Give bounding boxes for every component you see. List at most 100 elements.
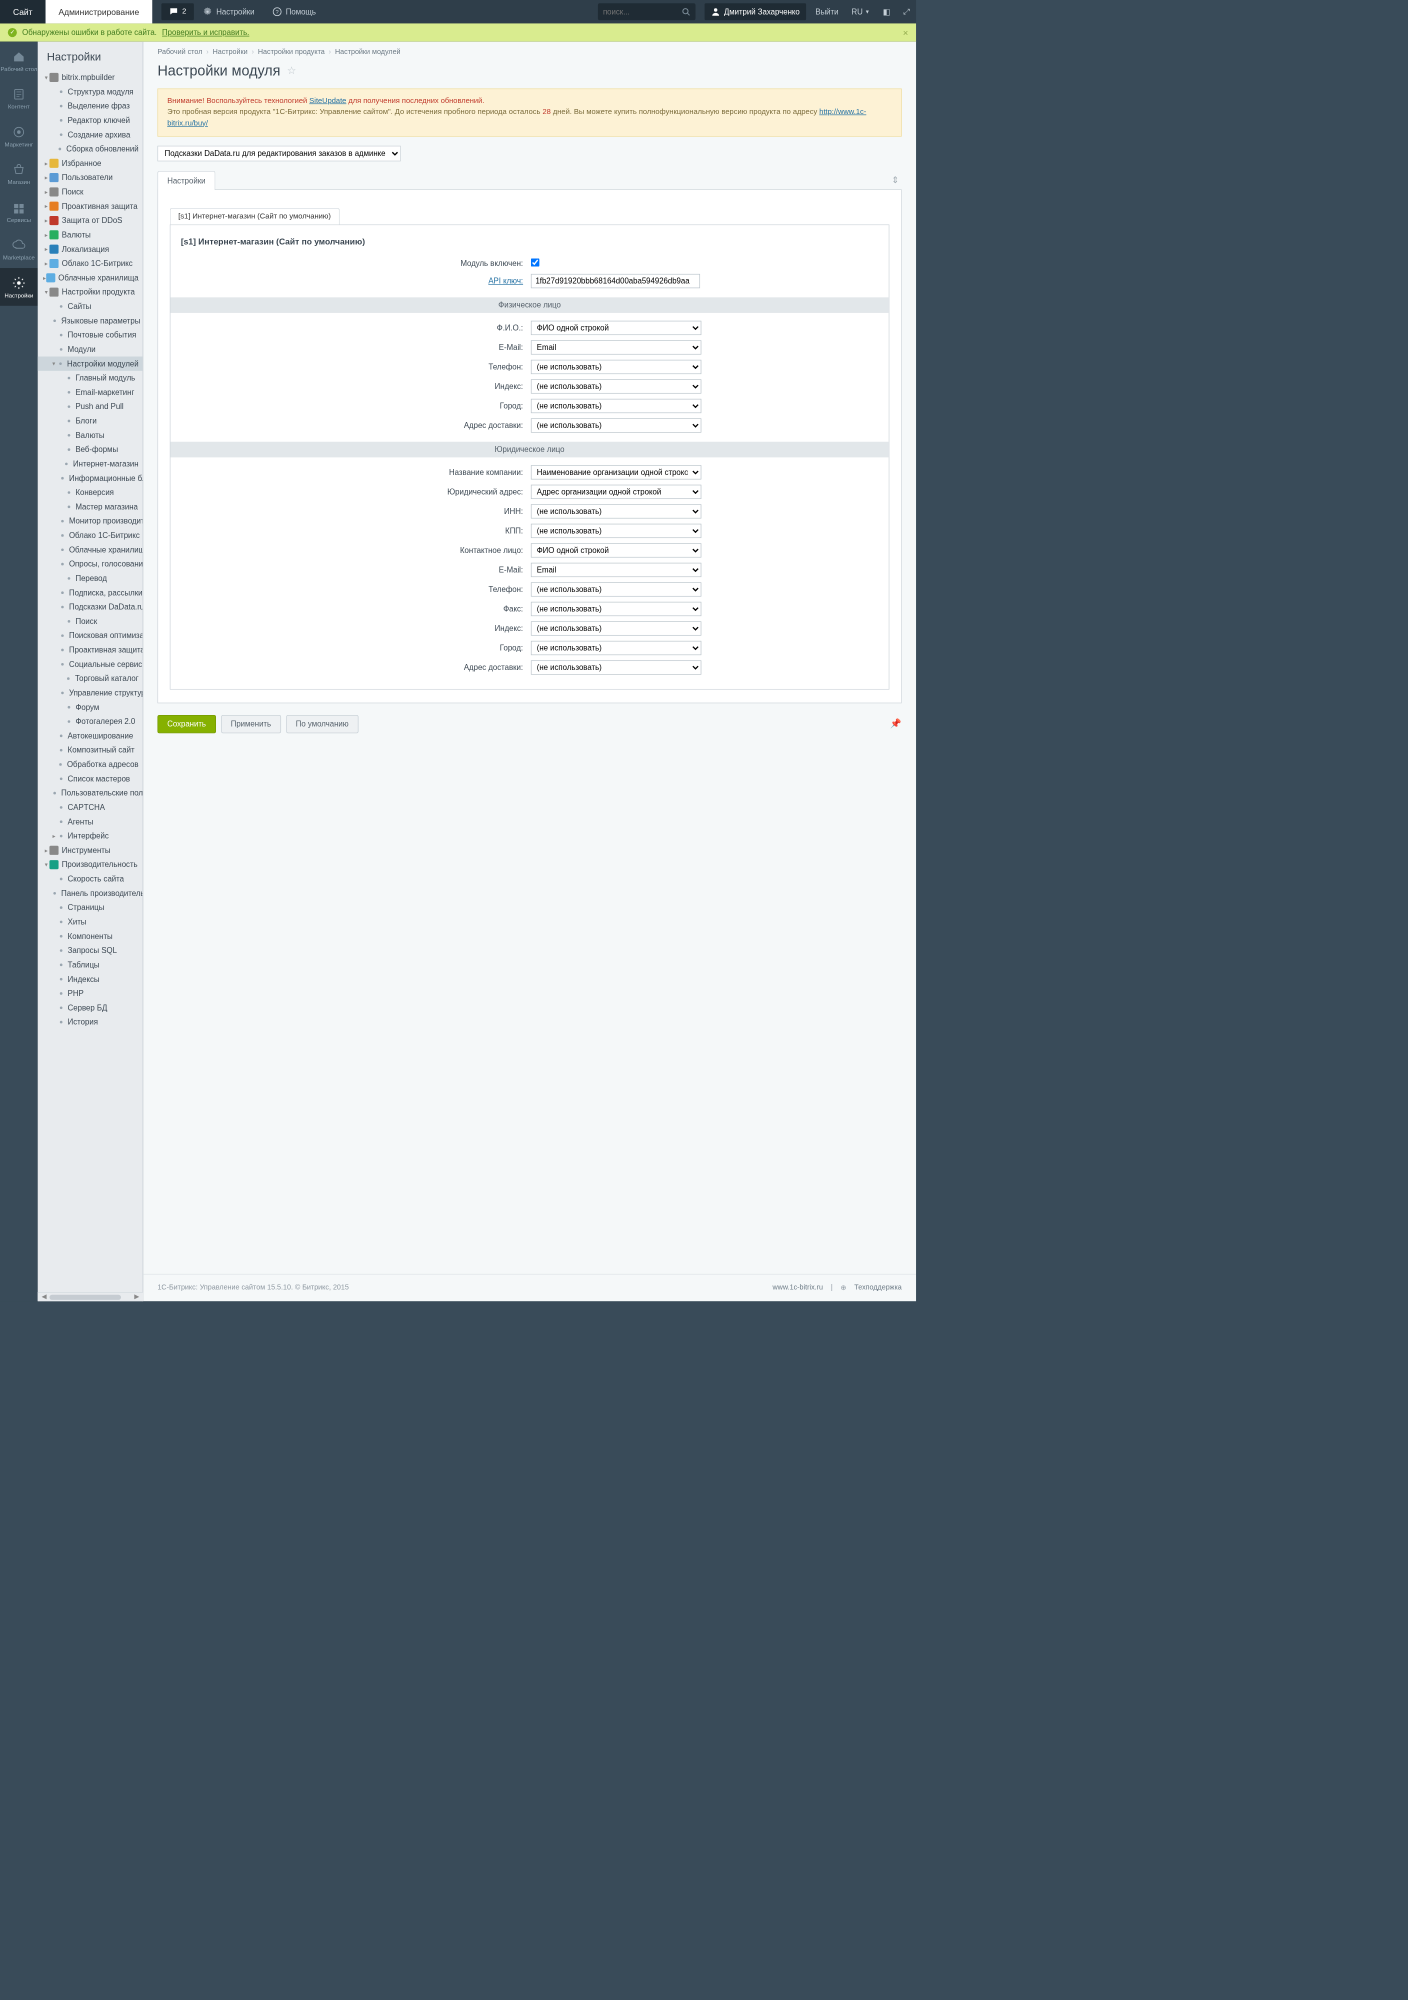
breadcrumb-link[interactable]: Настройки продукта xyxy=(258,48,325,56)
expand-icon[interactable]: ⇕ xyxy=(889,170,902,189)
tree-item[interactable]: Структура модуля xyxy=(38,85,143,99)
field-select[interactable]: (не использовать) xyxy=(531,641,701,655)
tree-item[interactable]: Языковые параметры xyxy=(38,314,143,328)
fullscreen-icon[interactable]: ⤢ xyxy=(897,0,916,23)
tree-item[interactable]: ▸Облачные хранилища xyxy=(38,271,143,285)
notifications-counter[interactable]: 2 xyxy=(161,3,194,20)
field-select[interactable]: (не использовать) xyxy=(531,360,701,374)
tree-item[interactable]: Поиск xyxy=(38,614,143,628)
tree-item[interactable]: Валюты xyxy=(38,428,143,442)
tree-item[interactable]: Выделение фраз xyxy=(38,99,143,113)
tree-item[interactable]: Композитный сайт xyxy=(38,743,143,757)
tree-item[interactable]: ▾Настройки модулей xyxy=(38,357,143,371)
scroll-left-icon[interactable]: ◀ xyxy=(42,1293,47,1300)
field-select[interactable]: (не использовать) xyxy=(531,660,701,674)
tree-item[interactable]: ▸Пользователи xyxy=(38,170,143,184)
tree-item[interactable]: ▾bitrix.mpbuilder xyxy=(38,70,143,84)
tree-item[interactable]: Список мастеров xyxy=(38,772,143,786)
field-select[interactable]: (не использовать) xyxy=(531,582,701,596)
tree-item[interactable]: Подсказки DaData.ru для редактирования з… xyxy=(38,600,143,614)
scroll-right-icon[interactable]: ▶ xyxy=(134,1293,139,1300)
field-select[interactable]: Email xyxy=(531,563,701,577)
breadcrumb-link[interactable]: Настройки модулей xyxy=(335,48,401,56)
tree-item[interactable]: Модули xyxy=(38,342,143,356)
tree-item[interactable]: Конверсия xyxy=(38,485,143,499)
tree-item[interactable]: Автокеширование xyxy=(38,729,143,743)
tree-item[interactable]: ▸Проактивная защита xyxy=(38,199,143,213)
breadcrumb-link[interactable]: Настройки xyxy=(213,48,248,56)
rail-item-3[interactable]: Магазин xyxy=(0,155,38,193)
module-select[interactable]: Подсказки DaData.ru для редактирования з… xyxy=(157,146,400,162)
expand-icon[interactable]: ▸ xyxy=(51,832,58,839)
tree-item[interactable]: Главный модуль xyxy=(38,371,143,385)
apply-button[interactable]: Применить xyxy=(221,715,281,733)
notice-check-link[interactable]: Проверить и исправить. xyxy=(162,28,249,37)
tree-item[interactable]: Облако 1С-Битрикс xyxy=(38,528,143,542)
tree-item[interactable]: Интернет-магазин xyxy=(38,457,143,471)
tree-item[interactable]: Монитор производительности xyxy=(38,514,143,528)
header-search[interactable] xyxy=(598,3,696,20)
lang-switch[interactable]: RU ▼ xyxy=(845,0,876,23)
rail-item-1[interactable]: Контент xyxy=(0,79,38,117)
footer-site-link[interactable]: www.1c-bitrix.ru xyxy=(773,1284,824,1292)
tree-item[interactable]: Обработка адресов xyxy=(38,757,143,771)
tree-item[interactable]: Сайты xyxy=(38,299,143,313)
tree-item[interactable]: Хиты xyxy=(38,915,143,929)
tree-item[interactable]: Мастер магазина xyxy=(38,500,143,514)
field-select[interactable]: ФИО одной строкой xyxy=(531,543,701,557)
field-select[interactable]: (не использовать) xyxy=(531,621,701,635)
tree-item[interactable]: Опросы, голосования xyxy=(38,557,143,571)
tree-item[interactable]: Сервер БД xyxy=(38,1001,143,1015)
scrollbar-thumb[interactable] xyxy=(49,1294,121,1299)
field-select[interactable]: Адрес организации одной строкой xyxy=(531,485,701,499)
api-key-link[interactable]: API ключ: xyxy=(488,276,523,285)
tree-item[interactable]: PHP xyxy=(38,986,143,1000)
tree-item[interactable]: Запросы SQL xyxy=(38,943,143,957)
breadcrumb-link[interactable]: Рабочий стол xyxy=(157,48,202,56)
save-button[interactable]: Сохранить xyxy=(157,715,215,733)
tree-item[interactable]: Управление структурой xyxy=(38,686,143,700)
tree-item[interactable]: Проактивная защита xyxy=(38,643,143,657)
tree-item[interactable]: ▾Настройки продукта xyxy=(38,285,143,299)
footer-support-link[interactable]: Техподдержка xyxy=(854,1284,901,1292)
tree-item[interactable]: Торговый каталог xyxy=(38,671,143,685)
header-help-link[interactable]: ? Помощь xyxy=(264,0,325,23)
field-select[interactable]: ФИО одной строкой xyxy=(531,321,701,335)
user-menu[interactable]: Дмитрий Захарченко xyxy=(704,3,806,20)
tree-item[interactable]: Редактор ключей xyxy=(38,113,143,127)
siteupdate-link[interactable]: SiteUpdate xyxy=(309,97,346,105)
tree-item[interactable]: ▸Интерфейс xyxy=(38,829,143,843)
tree-item[interactable]: ▾Производительность xyxy=(38,857,143,871)
rail-item-5[interactable]: Marketplace xyxy=(0,230,38,268)
field-select[interactable]: (не использовать) xyxy=(531,418,701,432)
tab-site[interactable]: Сайт xyxy=(0,0,46,23)
pin-icon[interactable]: 📌 xyxy=(890,718,901,729)
tree-item[interactable]: Социальные сервисы xyxy=(38,657,143,671)
search-input[interactable] xyxy=(603,7,682,16)
tree-item[interactable]: Email-маркетинг xyxy=(38,385,143,399)
tree-item[interactable]: Создание архива xyxy=(38,128,143,142)
rail-item-0[interactable]: Рабочий стол xyxy=(0,42,38,80)
tree-item[interactable]: Индексы xyxy=(38,972,143,986)
rail-item-4[interactable]: Сервисы xyxy=(0,193,38,231)
logout-link[interactable]: Выйти xyxy=(809,0,845,23)
tree-item[interactable]: Компоненты xyxy=(38,929,143,943)
tree-item[interactable]: Перевод xyxy=(38,571,143,585)
site-subtab[interactable]: [s1] Интернет-магазин (Сайт по умолчанию… xyxy=(170,208,340,224)
rail-item-6[interactable]: Настройки xyxy=(0,268,38,306)
field-select[interactable]: (не использовать) xyxy=(531,602,701,616)
default-button[interactable]: По умолчанию xyxy=(286,715,358,733)
tree-item[interactable]: ▸Поиск xyxy=(38,185,143,199)
tree-item[interactable]: Таблицы xyxy=(38,958,143,972)
tree-item[interactable]: Push and Pull xyxy=(38,399,143,413)
tree-item[interactable]: Почтовые события xyxy=(38,328,143,342)
tab-admin[interactable]: Администрирование xyxy=(46,0,153,23)
field-select[interactable]: (не использовать) xyxy=(531,399,701,413)
field-select[interactable]: (не использовать) xyxy=(531,524,701,538)
tree-item[interactable]: История xyxy=(38,1015,143,1029)
api-key-input[interactable] xyxy=(531,274,700,288)
tree-item[interactable]: ▸Инструменты xyxy=(38,843,143,857)
tree-item[interactable]: ▸Защита от DDoS xyxy=(38,213,143,227)
close-icon[interactable]: × xyxy=(903,27,908,37)
tree-item[interactable]: Панель производительности xyxy=(38,886,143,900)
